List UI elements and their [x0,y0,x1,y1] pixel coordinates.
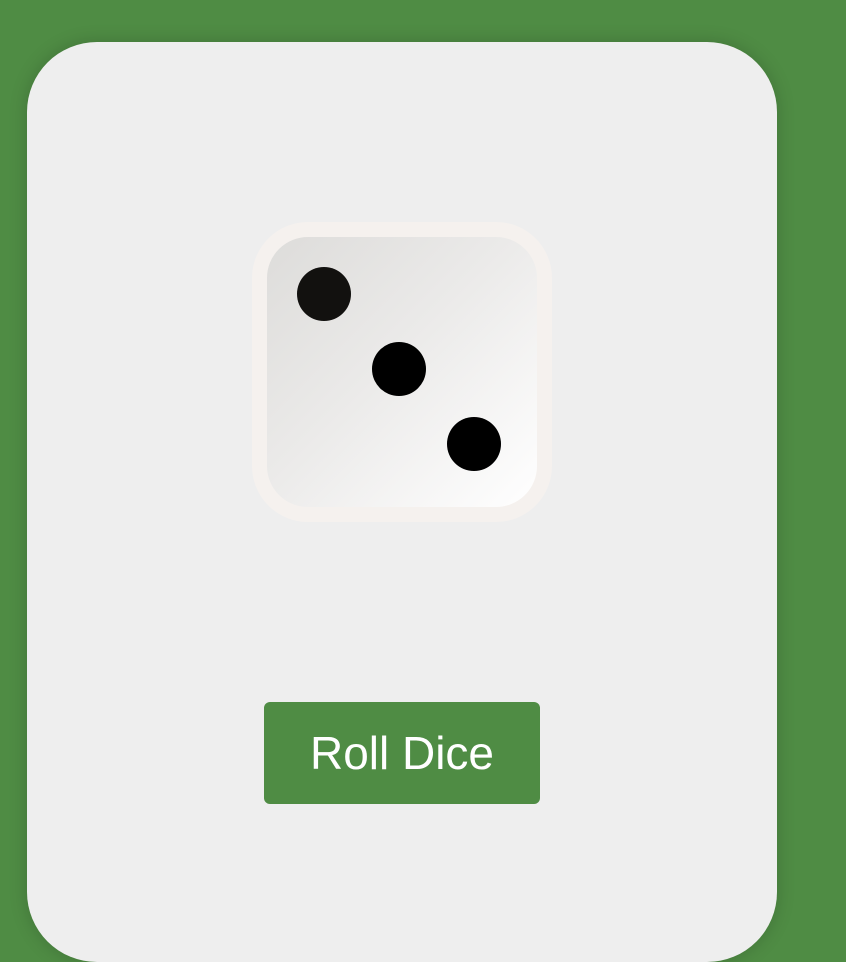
dice-three-icon [252,222,552,522]
roll-dice-button[interactable]: Roll Dice [264,702,540,804]
die-pip [447,417,501,471]
die-pip [372,342,426,396]
dice-card: Roll Dice [27,42,777,962]
die-pip [297,267,351,321]
